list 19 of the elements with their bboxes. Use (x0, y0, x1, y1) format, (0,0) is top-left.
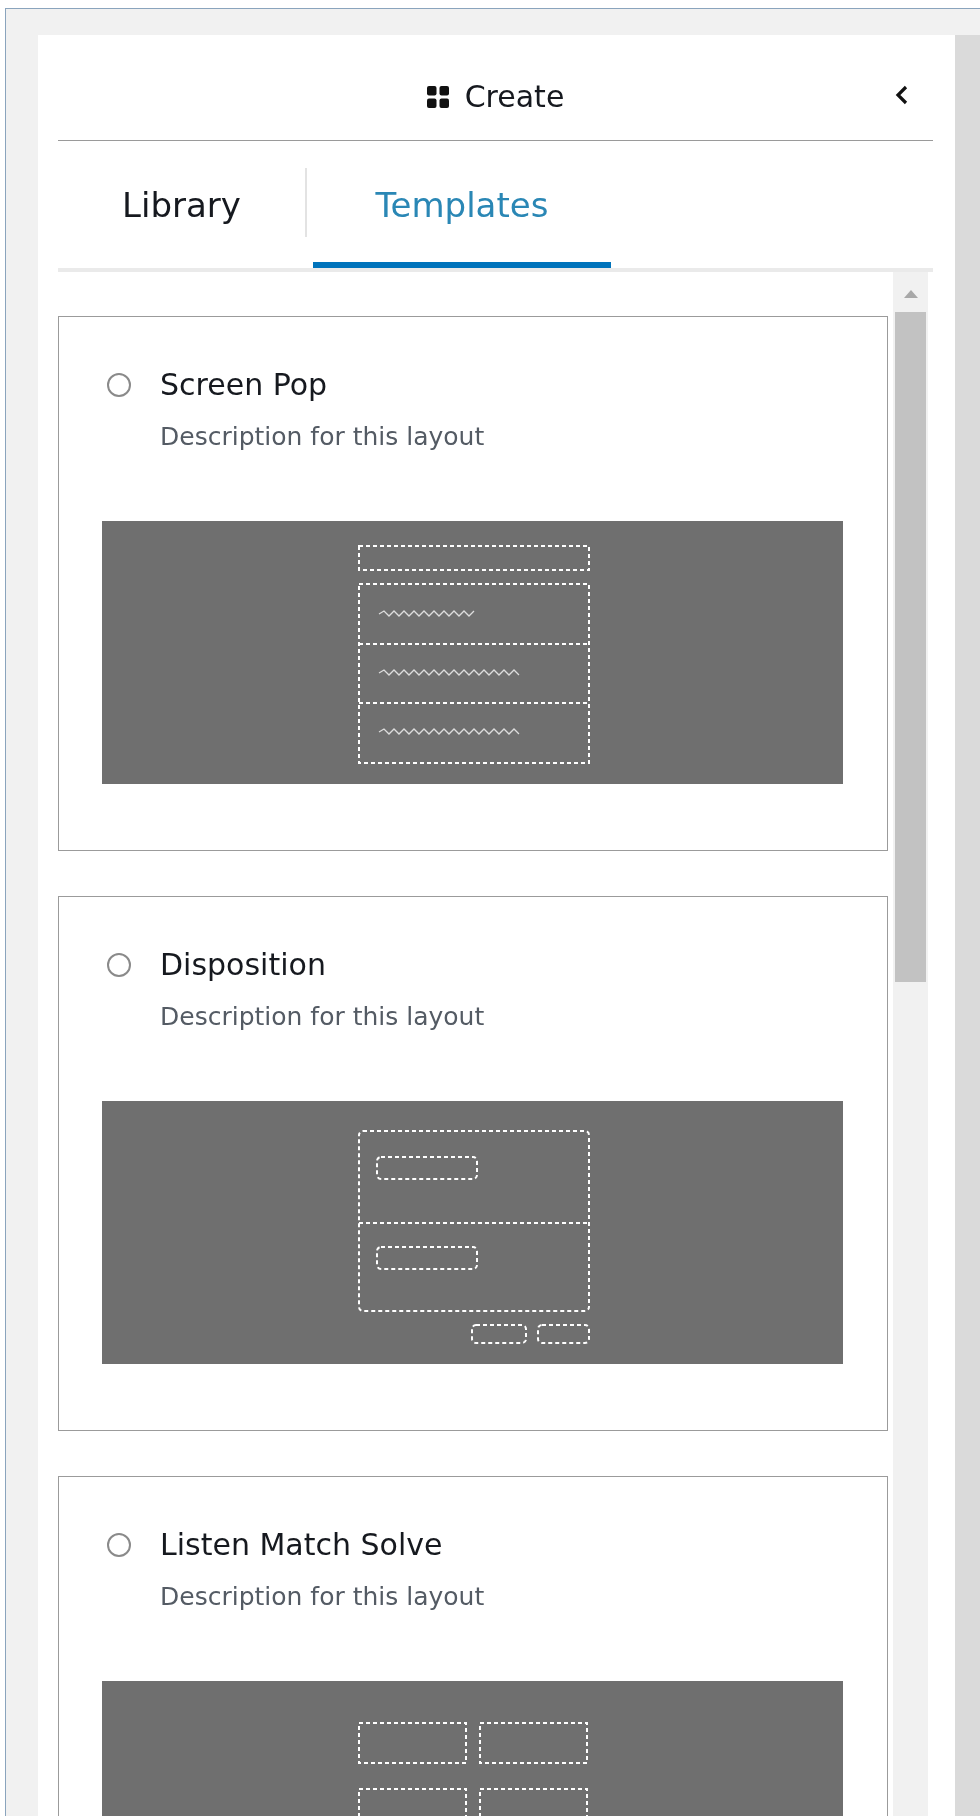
scrollbar-thumb[interactable] (895, 312, 926, 982)
template-description: Description for this layout (160, 422, 486, 451)
grid-icon (426, 85, 449, 108)
template-card[interactable]: Disposition Description for this layout (58, 896, 888, 1431)
tab[interactable]: Library (58, 141, 305, 268)
template-card[interactable]: Listen Match Solve Description for this layout (58, 1476, 888, 1816)
tab[interactable]: Templates (313, 141, 611, 268)
template-title: Screen Pop (160, 367, 328, 402)
template-title: Listen Match Solve (160, 1527, 443, 1562)
radio-button[interactable] (107, 952, 131, 977)
template-description: Description for this layout (160, 1002, 486, 1031)
template-card[interactable]: Screen Pop Description for this layout (58, 316, 888, 851)
panel-title: Create (464, 79, 565, 114)
radio-button[interactable] (107, 372, 131, 397)
scroll-up-icon[interactable] (903, 290, 918, 298)
scrollbar[interactable] (893, 272, 928, 1816)
radio-button[interactable] (107, 1532, 131, 1557)
template-description: Description for this layout (160, 1582, 486, 1611)
template-title: Disposition (160, 947, 326, 982)
